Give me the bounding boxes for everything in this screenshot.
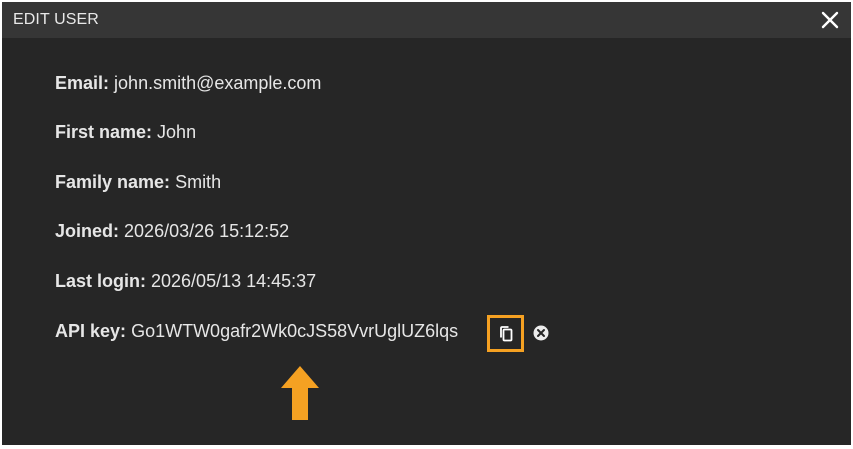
api-key-label: API key:	[55, 321, 127, 341]
first-name-label: First name:	[55, 122, 153, 142]
joined-value: 2026/03/26 15:12:52	[124, 221, 290, 241]
clear-api-key-button[interactable]	[533, 325, 549, 341]
email-row: Email: john.smith@example.com	[55, 73, 321, 94]
joined-label: Joined:	[55, 221, 120, 241]
family-name-row: Family name: Smith	[55, 172, 221, 193]
last-login-row: Last login: 2026/05/13 14:45:37	[55, 271, 316, 292]
dialog-titlebar: EDIT USER	[2, 2, 851, 38]
last-login-label: Last login:	[55, 271, 146, 291]
close-button[interactable]	[821, 11, 839, 29]
arrow-up-icon	[281, 366, 319, 420]
api-key-value: Go1WTW0gafr2Wk0cJS58VvrUglUZ6lqs	[131, 321, 459, 341]
clipboard-icon	[500, 326, 513, 342]
family-name-label: Family name:	[55, 172, 171, 192]
family-name-value: Smith	[175, 172, 222, 192]
edit-user-dialog: EDIT USER Email: john.smith@example.com …	[2, 2, 851, 445]
copy-api-key-button[interactable]	[487, 315, 524, 352]
close-icon	[821, 11, 839, 29]
first-name-row: First name: John	[55, 122, 196, 143]
dialog-title: EDIT USER	[13, 11, 99, 28]
api-key-row: API key: Go1WTW0gafr2Wk0cJS58VvrUglUZ6lq…	[55, 321, 458, 342]
email-label: Email:	[55, 73, 110, 93]
last-login-value: 2026/05/13 14:45:37	[151, 271, 317, 291]
joined-row: Joined: 2026/03/26 15:12:52	[55, 221, 289, 242]
email-value: john.smith@example.com	[114, 73, 322, 93]
circle-x-icon	[533, 325, 549, 341]
first-name-value: John	[157, 122, 197, 142]
